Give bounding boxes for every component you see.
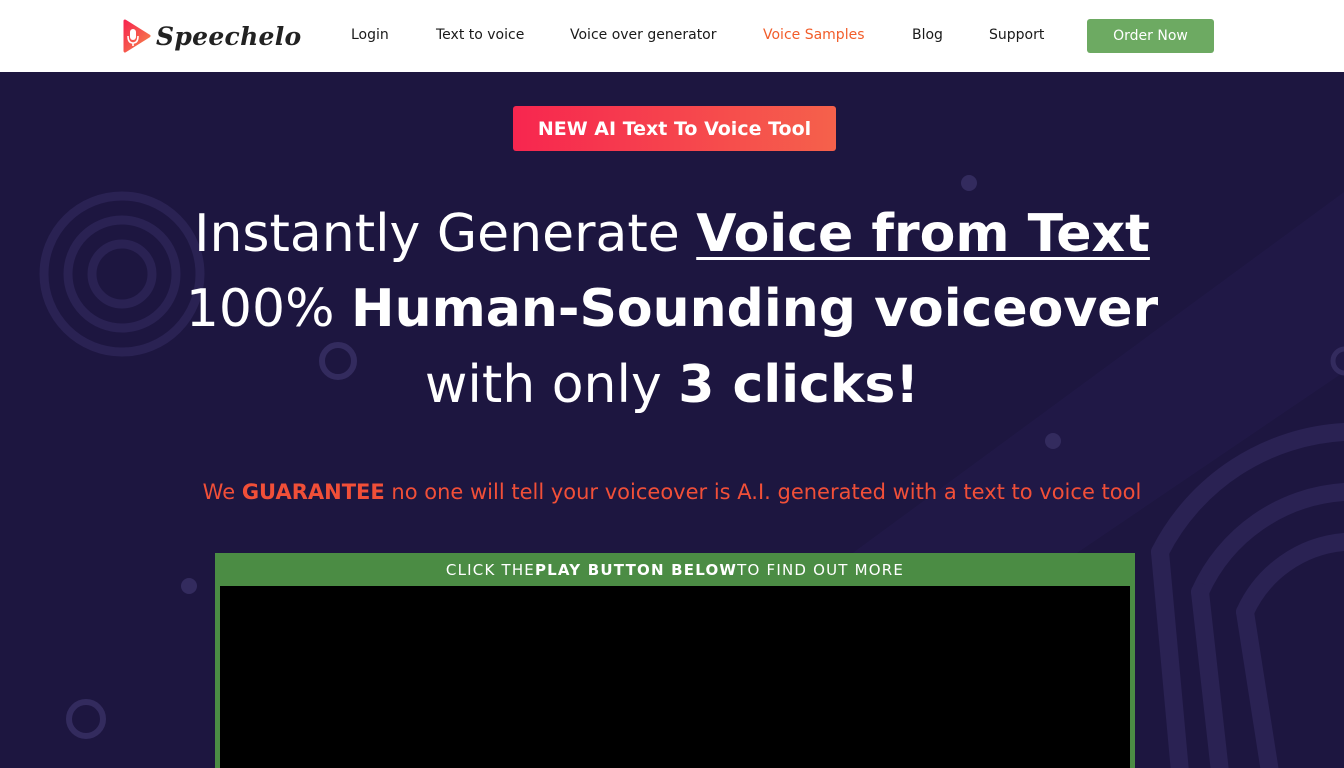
microphone-play-icon [122, 19, 152, 53]
headline-line-1-prefix: Instantly Generate [194, 204, 697, 264]
new-tool-badge: NEW AI Text To Voice Tool [513, 106, 836, 151]
brand-logo[interactable]: Speechelo [122, 16, 302, 56]
headline-line-3-emphasis: 3 clicks! [678, 355, 920, 415]
video-caption-prefix: CLICK THE [445, 560, 535, 579]
brand-name: Speechelo [156, 21, 302, 51]
guarantee-prefix: We [202, 480, 242, 504]
headline-line-2-prefix: 100% [185, 279, 352, 339]
hero-section: NEW AI Text To Voice Tool Instantly Gene… [0, 72, 1344, 768]
headline-line-1: Instantly Generate Voice from Text [0, 208, 1344, 260]
guarantee-text: We GUARANTEE no one will tell your voice… [0, 480, 1344, 504]
nav-login[interactable]: Login [351, 27, 389, 43]
video-container: CLICK THE PLAY BUTTON BELOW TO FIND OUT … [215, 553, 1135, 768]
guarantee-suffix: no one will tell your voiceover is A.I. … [384, 480, 1142, 504]
nav-voice-over-generator[interactable]: Voice over generator [570, 27, 717, 43]
order-now-button[interactable]: Order Now [1087, 19, 1214, 53]
video-caption: CLICK THE PLAY BUTTON BELOW TO FIND OUT … [215, 553, 1135, 586]
headline-line-2-emphasis: Human-Sounding voiceover [351, 279, 1159, 339]
headline-line-3: with only 3 clicks! [0, 359, 1344, 411]
site-header: Speechelo Login Text to voice Voice over… [0, 0, 1344, 72]
nav-voice-samples[interactable]: Voice Samples [763, 27, 865, 43]
nav-text-to-voice[interactable]: Text to voice [436, 27, 524, 43]
video-caption-emphasis: PLAY BUTTON BELOW [534, 560, 738, 579]
nav-support[interactable]: Support [989, 27, 1044, 43]
headline-line-2: 100% Human-Sounding voiceover [0, 283, 1344, 335]
nav-blog[interactable]: Blog [912, 27, 943, 43]
video-caption-suffix: TO FIND OUT MORE [737, 560, 905, 579]
guarantee-emphasis: GUARANTEE [241, 480, 385, 504]
headline-line-3-prefix: with only [424, 355, 679, 415]
headline-line-1-emphasis: Voice from Text [696, 204, 1150, 264]
video-player[interactable] [220, 586, 1130, 768]
